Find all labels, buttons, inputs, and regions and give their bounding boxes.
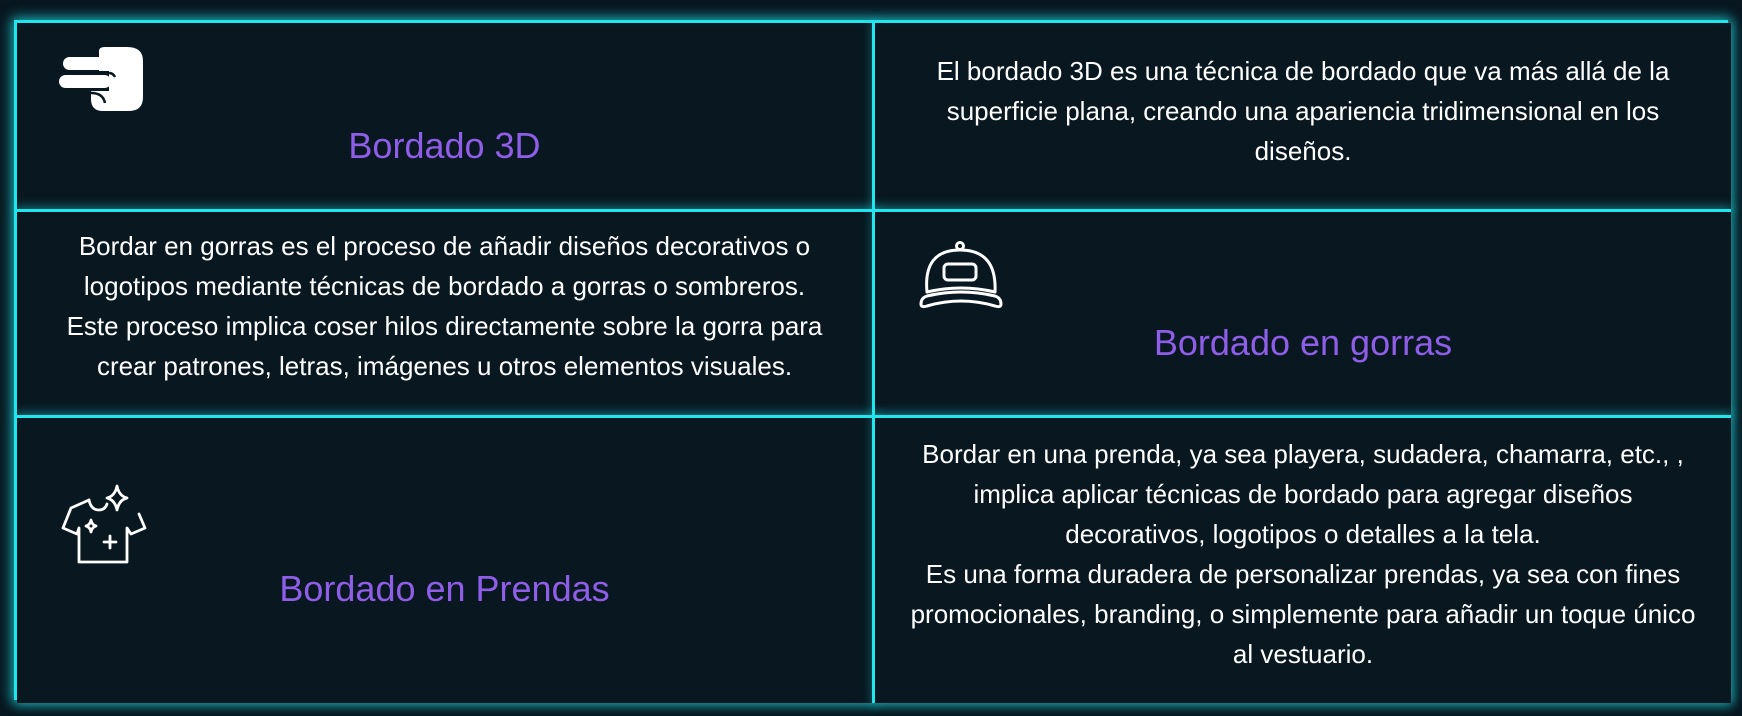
description-paragraph: Este proceso implica coser hilos directa…	[66, 311, 823, 381]
description-paragraph: Bordar en una prenda, ya sea playera, su…	[922, 439, 1684, 549]
shirt-sparkle-icon	[61, 482, 147, 571]
service-description-card-prendas: Bordar en una prenda, ya sea playera, su…	[875, 415, 1731, 703]
description-paragraph: Es una forma duradera de personalizar pr…	[910, 559, 1696, 669]
service-card-prendas: Bordado en Prendas	[17, 415, 875, 703]
hand-peace-icon	[59, 47, 143, 118]
service-card-bordado-3d: Bordado 3D	[17, 23, 875, 209]
service-title-prendas: Bordado en Prendas	[279, 568, 610, 609]
service-description-card-gorras: Bordar en gorras es el proceso de añadir…	[17, 209, 875, 415]
service-card-gorras: Bordado en gorras	[875, 209, 1731, 415]
cap-icon	[917, 240, 1003, 321]
description-paragraph: Bordar en gorras es el proceso de añadir…	[78, 231, 811, 301]
service-description-prendas: Bordar en una prenda, ya sea playera, su…	[875, 434, 1731, 674]
service-title-bordado-3d: Bordado 3D	[348, 125, 541, 166]
service-description-gorras: Bordar en gorras es el proceso de añadir…	[17, 226, 872, 386]
service-title-gorras: Bordado en gorras	[1153, 322, 1453, 363]
description-text: El bordado 3D es una técnica de bordado …	[936, 56, 1670, 166]
services-grid: Bordado 3D El bordado 3D es una técnica …	[14, 20, 1731, 703]
service-description-card-bordado-3d: El bordado 3D es una técnica de bordado …	[875, 23, 1731, 209]
service-description-bordado-3d: El bordado 3D es una técnica de bordado …	[875, 51, 1731, 171]
